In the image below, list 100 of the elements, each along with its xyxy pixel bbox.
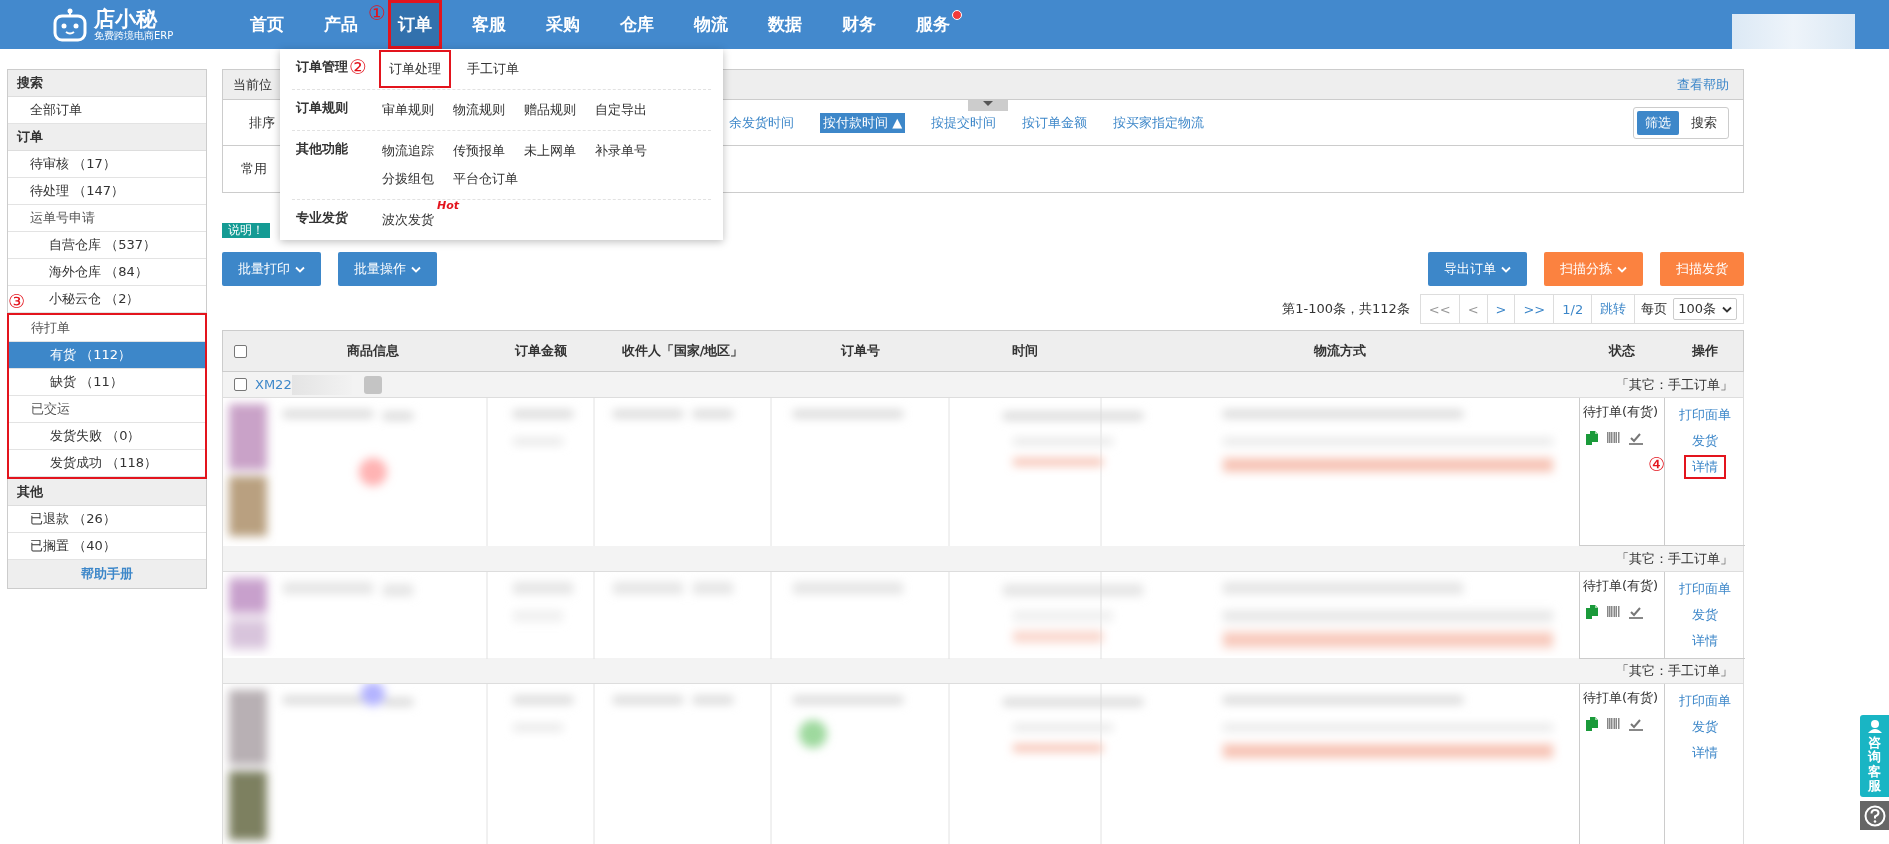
help-icon[interactable]	[1863, 804, 1886, 827]
nav-tab[interactable]: 订单	[388, 0, 442, 49]
nav-tab[interactable]: 仓库	[610, 0, 664, 49]
checkbox[interactable]	[234, 344, 247, 358]
order-number-link[interactable]: XM22	[255, 377, 292, 392]
menu-link[interactable]: 波次发货	[379, 206, 437, 234]
nav-tab[interactable]: 采购	[536, 0, 590, 49]
action-button[interactable]: 扫描分拣	[1544, 252, 1643, 286]
collapse-toggle[interactable]	[968, 100, 1008, 111]
sidebar-section-title: 搜索	[8, 70, 206, 97]
checkbox[interactable]	[234, 378, 247, 391]
toggle-tab[interactable]: 筛选	[1637, 110, 1679, 135]
barcode-icon	[1607, 431, 1620, 445]
column-header: 商品信息	[346, 342, 400, 360]
annotation-number: ②	[349, 55, 367, 79]
sidebar-item[interactable]: 缺货 （11）	[9, 369, 205, 396]
copy-icon	[1585, 431, 1598, 445]
menu-link[interactable]: 平台仓订单	[450, 165, 521, 193]
sidebar-item[interactable]: 有货 （112）	[9, 342, 205, 369]
column-header: 收件人「国家/地区」	[620, 342, 745, 360]
page-button[interactable]: >>	[1515, 295, 1555, 323]
action-link[interactable]: 打印面单	[1671, 403, 1739, 427]
menu-section-title: 专业发货	[296, 210, 348, 225]
sidebar-item[interactable]: 海外仓库 （84）	[8, 259, 206, 286]
menu-link[interactable]: 传预报单	[450, 137, 508, 165]
order-source: 「其它：手工订单」	[1616, 375, 1733, 394]
nav-tab[interactable]: 物流	[684, 0, 738, 49]
filter-label: 常用	[241, 160, 267, 178]
hot-label: Hot	[436, 200, 459, 212]
nav-tab[interactable]: 首页	[240, 0, 294, 49]
barcode-icon	[1607, 605, 1620, 619]
menu-link[interactable]: 分拨组包	[379, 165, 437, 193]
menu-section-title: 订单管理	[296, 59, 348, 74]
menu-section-title: 订单规则	[296, 100, 348, 115]
sort-option[interactable]: 按买家指定物流	[1113, 113, 1205, 132]
menu-link[interactable]: 订单处理	[379, 50, 451, 88]
sidebar-item[interactable]: 运单号申请	[8, 205, 206, 232]
sort-option[interactable]: 按订单金额	[1022, 113, 1088, 132]
page-button[interactable]: >	[1487, 295, 1516, 323]
chevron-icon	[1501, 265, 1511, 273]
action-button[interactable]: 扫描发货	[1660, 252, 1744, 286]
column-header: 订单金额	[513, 342, 568, 360]
sort-option[interactable]: 按付款时间 ▲	[820, 112, 906, 133]
annotation-number: ④	[1648, 453, 1666, 475]
menu-link[interactable]: 手工订单	[464, 55, 522, 83]
menu-link[interactable]: 赠品规则	[521, 96, 579, 124]
nav-tab[interactable]: 数据	[758, 0, 812, 49]
chevron-icon	[1722, 305, 1732, 313]
support-button[interactable]: 咨询客服	[1860, 715, 1889, 798]
sidebar-item[interactable]: 发货失败 （0）	[9, 423, 205, 450]
column-header: 订单号	[839, 342, 881, 360]
sidebar-item[interactable]: 自营仓库 （537）	[8, 232, 206, 259]
sort-option[interactable]: 余发货时间	[729, 113, 794, 132]
nav-tab[interactable]: 客服	[462, 0, 516, 49]
sidebar-item[interactable]: 待处理 （147）	[8, 178, 206, 205]
barcode-icon	[1607, 717, 1620, 731]
menu-link[interactable]: 自定导出	[592, 96, 650, 124]
sidebar-section-title: 其他	[8, 479, 206, 506]
check-icon	[1629, 605, 1643, 619]
sort-option[interactable]: 按提交时间	[931, 113, 997, 132]
action-link[interactable]: 详情	[1684, 741, 1726, 765]
action-link[interactable]: 详情	[1684, 455, 1726, 479]
column-header: 状态	[1607, 342, 1636, 360]
toggle-tab[interactable]: 搜索	[1683, 110, 1725, 135]
sort-label: 排序	[249, 113, 276, 132]
action-link[interactable]: 打印面单	[1671, 689, 1739, 713]
action-link[interactable]: 打印面单	[1671, 577, 1739, 601]
action-link[interactable]: 详情	[1684, 629, 1726, 653]
action-link[interactable]: 发货	[1684, 715, 1726, 739]
square-icon	[363, 375, 382, 394]
help-link[interactable]: 查看帮助	[1677, 75, 1729, 94]
menu-link[interactable]: 物流规则	[450, 96, 508, 124]
annotation-number: ①	[368, 2, 386, 24]
robot-logo-icon	[52, 7, 88, 42]
help-manual-link[interactable]: 帮助手册	[81, 566, 133, 581]
action-button[interactable]: 导出订单	[1428, 252, 1527, 286]
action-link[interactable]: 发货	[1684, 603, 1726, 627]
logo-subtitle: 免费跨境电商ERP	[94, 29, 174, 42]
menu-link[interactable]: 补录单号	[592, 137, 650, 165]
menu-section-title: 其他功能	[296, 141, 348, 156]
batch-button[interactable]: 批量操作	[338, 252, 437, 286]
action-link[interactable]: 发货	[1684, 429, 1726, 453]
page-button[interactable]: 1/2	[1554, 295, 1593, 323]
nav-tab[interactable]: 财务	[832, 0, 886, 49]
copy-icon	[1585, 717, 1598, 731]
batch-button[interactable]: 批量打印	[222, 252, 321, 286]
pagination-summary: 第1-100条，共112条	[1282, 300, 1410, 318]
sidebar-item[interactable]: 待审核 （17）	[8, 151, 206, 178]
sidebar-item[interactable]: 已退款 （26）	[8, 506, 206, 533]
annotation-number: ③	[8, 289, 26, 313]
nav-tab[interactable]: 产品	[314, 0, 368, 49]
sidebar-item[interactable]: 发货成功 （118）	[9, 450, 205, 477]
nav-tab[interactable]: 服务	[906, 0, 960, 49]
page-button[interactable]: 跳转	[1592, 295, 1636, 323]
per-page-select[interactable]: 100条	[1673, 298, 1737, 320]
sidebar-item[interactable]: 已交运	[9, 396, 205, 423]
menu-link[interactable]: 物流追踪	[379, 137, 437, 165]
menu-link[interactable]: 未上网单	[521, 137, 579, 165]
menu-link[interactable]: 审单规则	[379, 96, 437, 124]
notice-badge: 说明！	[222, 223, 270, 238]
